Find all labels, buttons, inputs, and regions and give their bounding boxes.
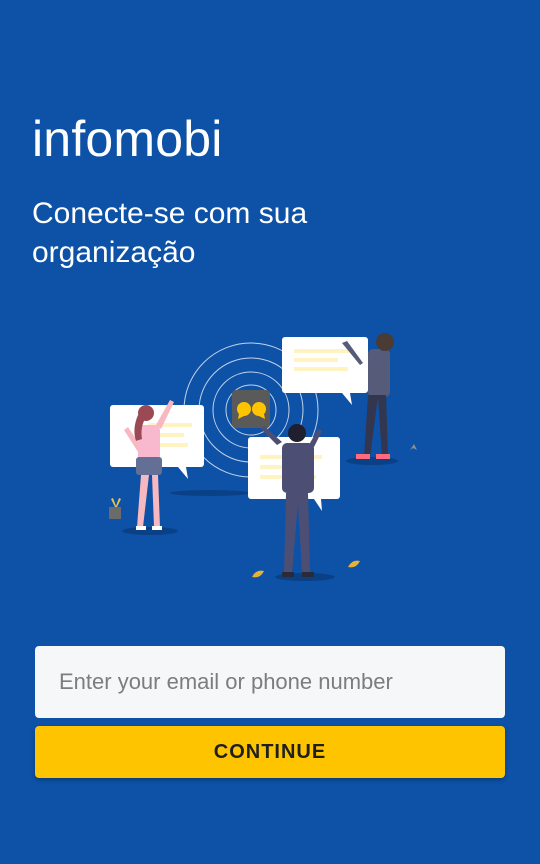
continue-button[interactable]: CONTINUE bbox=[35, 726, 505, 778]
app-title: infomobi bbox=[32, 111, 223, 167]
chat-card-top bbox=[282, 337, 368, 405]
speech-bubbles-logo-icon bbox=[232, 390, 270, 428]
email-or-phone-input[interactable] bbox=[35, 646, 505, 718]
plant-decoration bbox=[109, 498, 121, 519]
collaboration-illustration bbox=[109, 333, 417, 581]
page-subtitle: Conecte-se com sua organização bbox=[32, 197, 308, 269]
